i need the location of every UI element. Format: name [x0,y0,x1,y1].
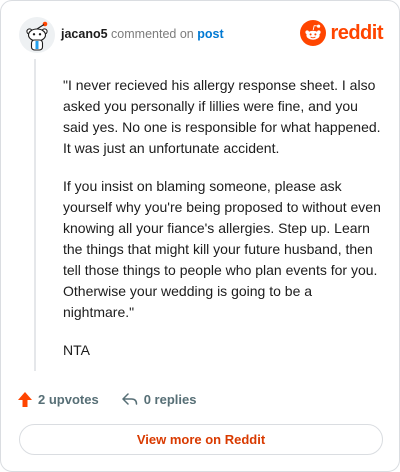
comment-paragraph: If you insist on blaming someone, please… [63,178,381,320]
byline-action-text: commented on [111,27,194,41]
reddit-wordmark: reddit [330,21,383,44]
comment-paragraph: NTA [63,342,90,358]
thread-line [34,59,36,371]
comment-header: jacano5 commented on post reddit [17,15,383,55]
username-link[interactable]: jacano5 [61,27,108,41]
user-avatar[interactable] [19,17,55,53]
reply-count: 0 replies [143,391,197,407]
upvote-arrow-icon [18,391,32,407]
upvote-count: 2 upvotes [38,391,99,407]
reddit-brand[interactable]: reddit [300,19,383,47]
reply-icon [121,393,137,405]
snoo-avatar-icon [19,17,55,53]
upvote-button[interactable]: 2 upvotes [17,391,99,408]
post-link[interactable]: post [197,27,223,41]
comment-body: "I never recieved his allergy response s… [63,75,385,378]
reddit-logo-icon [300,20,327,46]
replies-button[interactable]: 0 replies [121,391,197,407]
view-more-on-reddit-button[interactable]: View more on Reddit [19,424,383,455]
embedded-comment-card: jacano5 commented on post reddit "I neve… [0,0,400,472]
comment-byline: jacano5 commented on post [61,27,224,41]
comment-actions: 2 upvotes 0 replies [17,388,196,410]
comment-paragraph: "I never recieved his allergy response s… [63,77,381,156]
